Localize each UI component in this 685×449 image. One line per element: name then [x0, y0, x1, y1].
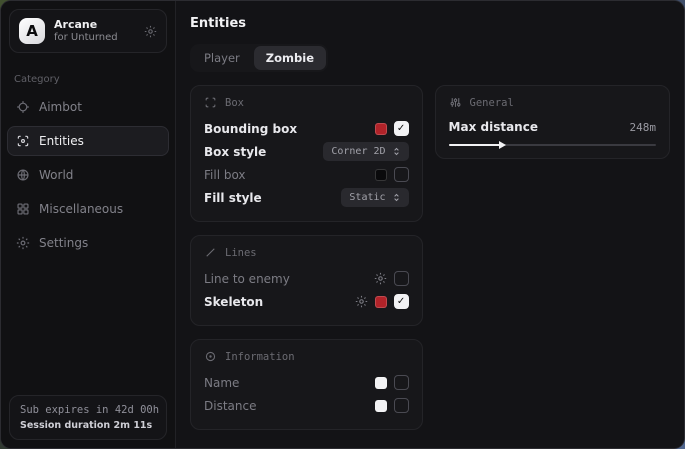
setting-row-bounding-box: Bounding box ✓: [204, 117, 409, 140]
dropdown-value: Corner 2D: [331, 146, 385, 157]
app-window: A Arcane for Unturned Category Aimbot En…: [0, 0, 685, 449]
general-card-header: General: [449, 96, 656, 109]
scan-target-icon: [16, 134, 30, 148]
sidebar: A Arcane for Unturned Category Aimbot En…: [1, 1, 176, 448]
max-distance-slider[interactable]: [449, 144, 656, 146]
box-corners-icon: [204, 96, 217, 109]
setting-row-line-to-enemy: Line to enemy: [204, 267, 409, 290]
setting-row-fill-box: Fill box: [204, 163, 409, 186]
information-card: Information Name Distance: [190, 339, 423, 430]
max-distance-row: Max distance 248m: [449, 117, 656, 137]
setting-label: Fill style: [204, 191, 262, 205]
checkbox-unchecked[interactable]: [394, 398, 409, 413]
box-card: Box Bounding box ✓ Box style Corner 2D: [190, 85, 423, 222]
general-card: General Max distance 248m: [435, 85, 670, 159]
diagonal-line-icon: [204, 246, 217, 259]
session-duration-text: Session duration 2m 11s: [20, 420, 156, 431]
setting-label: Skeleton: [204, 295, 263, 309]
tab-player[interactable]: Player: [192, 46, 252, 70]
card-title: Information: [225, 351, 295, 363]
sidebar-item-label: Settings: [39, 236, 88, 250]
card-title: Lines: [225, 247, 257, 259]
checkbox-unchecked[interactable]: [394, 167, 409, 182]
page-title: Entities: [190, 16, 670, 31]
card-title: General: [470, 97, 514, 109]
setting-row-skeleton: Skeleton ✓: [204, 290, 409, 313]
setting-row-name: Name: [204, 371, 409, 394]
sliders-icon: [449, 96, 462, 109]
tab-zombie[interactable]: Zombie: [254, 46, 326, 70]
lines-card: Lines Line to enemy Skeleton: [190, 235, 423, 326]
information-card-header: Information: [204, 350, 409, 363]
right-column: General Max distance 248m: [435, 85, 670, 159]
sidebar-item-miscellaneous[interactable]: Miscellaneous: [7, 194, 169, 224]
sidebar-item-label: Miscellaneous: [39, 202, 123, 216]
grid-icon: [16, 202, 30, 216]
color-swatch[interactable]: [375, 296, 387, 308]
fill-style-dropdown[interactable]: Static: [341, 188, 408, 207]
slider-thumb[interactable]: [499, 141, 506, 149]
setting-label: Box style: [204, 145, 266, 159]
setting-row-distance: Distance: [204, 394, 409, 417]
category-label: Category: [14, 74, 162, 85]
main-panel: Entities Player Zombie Box Bounding box: [176, 1, 684, 448]
sidebar-item-label: Entities: [39, 134, 84, 148]
chevron-up-down-icon: [392, 192, 401, 203]
app-logo: A: [19, 18, 45, 44]
app-name: Arcane: [54, 18, 118, 32]
checkbox-unchecked[interactable]: [394, 271, 409, 286]
sidebar-item-label: World: [39, 168, 73, 182]
checkbox-checked[interactable]: ✓: [394, 294, 409, 309]
sub-expires-text: Sub expires in 42d 00h: [20, 404, 156, 416]
card-title: Box: [225, 97, 244, 109]
max-distance-value: 248m: [630, 121, 657, 134]
globe-icon: [16, 168, 30, 182]
checkbox-unchecked[interactable]: [394, 375, 409, 390]
box-style-dropdown[interactable]: Corner 2D: [323, 142, 408, 161]
left-column: Box Bounding box ✓ Box style Corner 2D: [190, 85, 423, 430]
color-swatch[interactable]: [375, 377, 387, 389]
entity-tabs: Player Zombie: [190, 44, 328, 72]
setting-label: Max distance: [449, 120, 538, 134]
sidebar-item-settings[interactable]: Settings: [7, 228, 169, 258]
info-target-icon: [204, 350, 217, 363]
app-title-block: Arcane for Unturned: [54, 18, 118, 44]
setting-label: Fill box: [204, 168, 246, 182]
gear-icon[interactable]: [374, 272, 387, 285]
sidebar-item-aimbot[interactable]: Aimbot: [7, 92, 169, 122]
app-header-card: A Arcane for Unturned: [9, 9, 167, 53]
chevron-up-down-icon: [392, 146, 401, 157]
setting-row-box-style: Box style Corner 2D: [204, 140, 409, 163]
sidebar-item-world[interactable]: World: [7, 160, 169, 190]
setting-label: Line to enemy: [204, 272, 290, 286]
crosshair-icon: [16, 100, 30, 114]
subscription-card: Sub expires in 42d 00h Session duration …: [9, 395, 167, 440]
app-subtitle: for Unturned: [54, 32, 118, 45]
slider-fill: [449, 144, 500, 146]
dropdown-value: Static: [349, 192, 385, 203]
color-swatch[interactable]: [375, 169, 387, 181]
box-card-header: Box: [204, 96, 409, 109]
color-swatch[interactable]: [375, 123, 387, 135]
setting-label: Name: [204, 376, 239, 390]
setting-label: Distance: [204, 399, 256, 413]
checkbox-checked[interactable]: ✓: [394, 121, 409, 136]
color-swatch[interactable]: [375, 400, 387, 412]
gear-icon[interactable]: [144, 25, 157, 38]
setting-label: Bounding box: [204, 122, 297, 136]
sidebar-spacer: [1, 260, 175, 387]
settings-content: Box Bounding box ✓ Box style Corner 2D: [190, 85, 670, 430]
gear-icon: [16, 236, 30, 250]
sidebar-item-label: Aimbot: [39, 100, 82, 114]
sidebar-item-entities[interactable]: Entities: [7, 126, 169, 156]
gear-icon[interactable]: [355, 295, 368, 308]
lines-card-header: Lines: [204, 246, 409, 259]
setting-row-fill-style: Fill style Static: [204, 186, 409, 209]
